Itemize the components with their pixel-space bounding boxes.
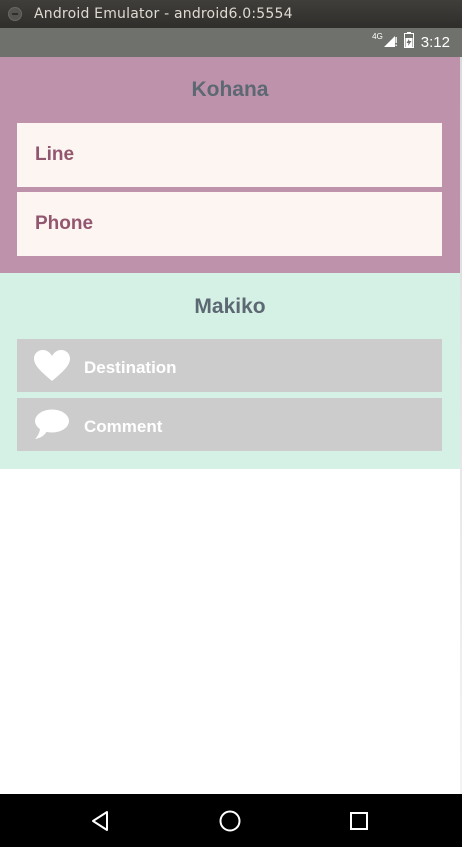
signal-icon [383, 34, 397, 52]
window-close-button[interactable] [8, 7, 22, 21]
network-type: 4G [372, 32, 383, 41]
kohana-title: Kohana [191, 78, 269, 101]
makiko-section: Makiko Destination Comment [0, 273, 460, 469]
phone-input[interactable]: Phone [17, 192, 442, 256]
destination-input[interactable]: Destination [17, 339, 442, 392]
window-title: Android Emulator - android6.0:5554 [34, 6, 293, 22]
status-time: 3:12 [420, 34, 450, 51]
emulator-title-bar: Android Emulator - android6.0:5554 [0, 0, 462, 28]
line-input[interactable]: Line [17, 123, 442, 187]
line-input-label: Line [35, 144, 75, 165]
destination-input-label: Destination [84, 357, 177, 377]
navigation-bar [0, 794, 462, 847]
status-bar: 4G 3:12 [0, 28, 462, 57]
makiko-title: Makiko [194, 295, 266, 318]
kohana-section: Kohana Line Phone [0, 57, 460, 273]
back-icon[interactable] [88, 809, 112, 833]
recents-icon[interactable] [347, 809, 371, 833]
comment-input[interactable]: Comment [17, 398, 442, 451]
heart-icon [34, 349, 70, 382]
home-icon[interactable] [218, 809, 242, 833]
battery-icon [403, 32, 414, 53]
comment-icon [34, 409, 70, 441]
phone-input-label: Phone [35, 213, 94, 234]
app-content: Kohana Line Phone Makiko Destination Com… [0, 57, 460, 469]
comment-input-label: Comment [84, 416, 163, 436]
